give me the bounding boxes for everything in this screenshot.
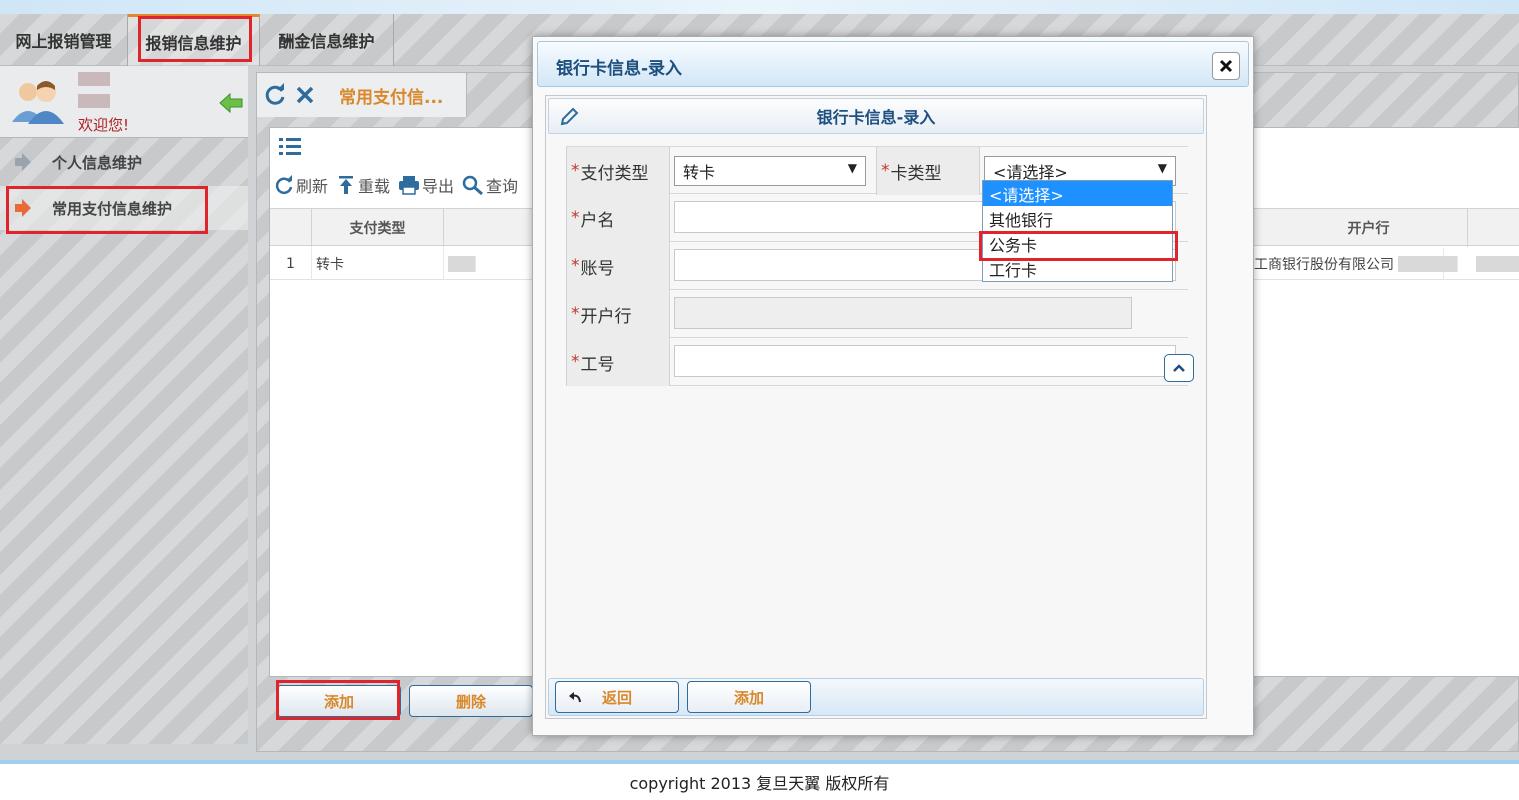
sidebar-item-payment-info[interactable]: 常用支付信息维护 bbox=[0, 186, 248, 230]
row-index: 1 bbox=[270, 248, 312, 280]
card-type-label: * 卡类型 bbox=[876, 147, 980, 195]
dropdown-option[interactable]: 工行卡 bbox=[983, 256, 1172, 281]
required-mark: * bbox=[571, 304, 580, 324]
pay-type-label: * 支付类型 bbox=[566, 147, 670, 195]
close-button[interactable] bbox=[1212, 52, 1240, 80]
bank-input[interactable] bbox=[674, 297, 1132, 329]
required-mark: * bbox=[571, 161, 580, 181]
footer: copyright 2013 复旦天翼 版权所有 bbox=[0, 760, 1519, 800]
dropdown-option[interactable]: 其他银行 bbox=[983, 206, 1172, 231]
undo-icon bbox=[569, 692, 581, 703]
form-panel-title: 银行卡信息-录入 bbox=[816, 108, 936, 127]
close-icon bbox=[1219, 59, 1233, 73]
blurred-cell bbox=[1398, 256, 1458, 272]
required-mark: * bbox=[571, 208, 580, 228]
required-mark: * bbox=[881, 161, 890, 181]
welcome-text: 欢迎您! bbox=[78, 116, 130, 134]
row-pay-type: 转卡 bbox=[312, 248, 444, 280]
label-text: 卡类型 bbox=[890, 163, 942, 184]
nav-tab-reimbursement-info[interactable]: 报销信息维护 bbox=[128, 14, 260, 66]
dropdown-option[interactable]: <请选择> bbox=[983, 181, 1172, 206]
label-text: 支付类型 bbox=[580, 163, 649, 184]
export-button[interactable]: 导出 bbox=[398, 173, 454, 197]
chevron-up-icon bbox=[1173, 364, 1185, 372]
back-button[interactable]: 返回 bbox=[555, 681, 679, 713]
query-label: 查询 bbox=[486, 177, 519, 196]
blurred-dept bbox=[78, 94, 110, 108]
query-button[interactable]: 查询 bbox=[462, 173, 518, 197]
caret-down-icon: ▼ bbox=[1157, 161, 1167, 175]
required-mark: * bbox=[571, 256, 580, 276]
form-panel: 银行卡信息-录入 * 支付类型 转卡 ▼ * 卡类型 <请选择> ▼ * 户名 … bbox=[545, 95, 1207, 719]
column-header-label: 支付类型 bbox=[349, 221, 406, 237]
left-sidebar: 欢迎您! 个人信息维护 常用支付信息维护 bbox=[0, 66, 248, 744]
arrow-right-icon bbox=[15, 153, 31, 171]
list-icon[interactable] bbox=[278, 136, 302, 158]
delete-button[interactable]: 删除 bbox=[409, 685, 533, 717]
blurred-cell bbox=[1476, 256, 1519, 272]
dialog-titlebar[interactable]: 银行卡信息-录入 bbox=[537, 41, 1249, 87]
export-label: 导出 bbox=[422, 177, 455, 196]
select-value: 转卡 bbox=[683, 163, 716, 182]
form-row-bank: * 开户行 bbox=[566, 290, 1188, 338]
form-row-employee-no: * 工号 bbox=[566, 338, 1188, 386]
pay-type-select[interactable]: 转卡 ▼ bbox=[674, 156, 866, 186]
refresh-button[interactable]: 刷新 bbox=[274, 173, 328, 197]
pencil-icon bbox=[560, 107, 579, 126]
user-info: 欢迎您! bbox=[0, 66, 248, 138]
column-header-label: 开户行 bbox=[1347, 221, 1390, 237]
employee-no-input[interactable] bbox=[674, 345, 1176, 377]
reload-button[interactable]: 重载 bbox=[336, 173, 390, 197]
collapse-button[interactable] bbox=[1164, 354, 1194, 382]
card-type-dropdown: <请选择> 其他银行 公务卡 工行卡 bbox=[982, 180, 1173, 282]
reload-label: 重载 bbox=[358, 177, 391, 196]
bank-card-dialog: 银行卡信息-录入 银行卡信息-录入 * 支付类型 转卡 ▼ * 卡类型 <请选择… bbox=[532, 36, 1254, 736]
label-text: 工号 bbox=[580, 354, 615, 375]
dialog-title: 银行卡信息-录入 bbox=[556, 59, 683, 79]
column-header-bank[interactable]: 开户行 bbox=[1270, 209, 1468, 247]
account-no-label: * 账号 bbox=[566, 242, 670, 290]
upload-icon bbox=[339, 176, 354, 194]
account-name-label: * 户名 bbox=[566, 194, 670, 242]
close-icon[interactable] bbox=[295, 85, 315, 105]
add-button[interactable]: 添加 bbox=[687, 681, 811, 713]
bank-label: * 开户行 bbox=[566, 290, 670, 338]
caret-down-icon: ▼ bbox=[847, 161, 857, 175]
arrow-right-icon bbox=[15, 199, 31, 217]
dialog-footer: 返回 添加 bbox=[548, 678, 1204, 716]
refresh-icon[interactable] bbox=[263, 83, 287, 107]
search-icon bbox=[462, 175, 484, 195]
blurred-username bbox=[78, 72, 110, 86]
employee-no-label: * 工号 bbox=[566, 338, 670, 386]
required-mark: * bbox=[571, 352, 580, 372]
label-text: 户名 bbox=[580, 210, 615, 231]
nav-tab-remuneration-info[interactable]: 酬金信息维护 bbox=[260, 14, 394, 66]
nav-tab-label: 酬金信息维护 bbox=[278, 32, 375, 51]
nav-tab-online-reimbursement[interactable]: 网上报销管理 bbox=[0, 14, 128, 66]
back-button-label: 返回 bbox=[601, 688, 632, 707]
users-avatar-icon bbox=[12, 81, 64, 124]
refresh-label: 刷新 bbox=[296, 177, 329, 196]
column-header-pay-type[interactable]: 支付类型 bbox=[312, 209, 444, 247]
refresh-icon bbox=[275, 175, 293, 194]
add-button[interactable]: 添加 bbox=[277, 685, 401, 717]
collapse-sidebar-arrow-icon[interactable] bbox=[218, 92, 244, 114]
sidebar-item-personal-info[interactable]: 个人信息维护 bbox=[0, 140, 248, 184]
sidebar-item-label: 常用支付信息维护 bbox=[52, 199, 173, 218]
label-text: 开户行 bbox=[580, 306, 632, 327]
nav-tab-label: 报销信息维护 bbox=[145, 33, 242, 53]
tab-title: 常用支付信... bbox=[339, 88, 444, 108]
top-strip bbox=[0, 0, 1519, 14]
sidebar-item-label: 个人信息维护 bbox=[52, 153, 143, 172]
label-text: 账号 bbox=[580, 258, 615, 279]
copyright-text: copyright 2013 复旦天翼 版权所有 bbox=[629, 774, 890, 793]
tab-payment-info[interactable]: 常用支付信... bbox=[257, 73, 467, 117]
blurred-cell bbox=[448, 256, 476, 272]
nav-tab-label: 网上报销管理 bbox=[15, 32, 112, 51]
dropdown-option[interactable]: 公务卡 bbox=[983, 231, 1172, 256]
form-panel-header: 银行卡信息-录入 bbox=[548, 98, 1204, 134]
printer-icon bbox=[399, 176, 420, 195]
column-header-index bbox=[270, 209, 312, 247]
